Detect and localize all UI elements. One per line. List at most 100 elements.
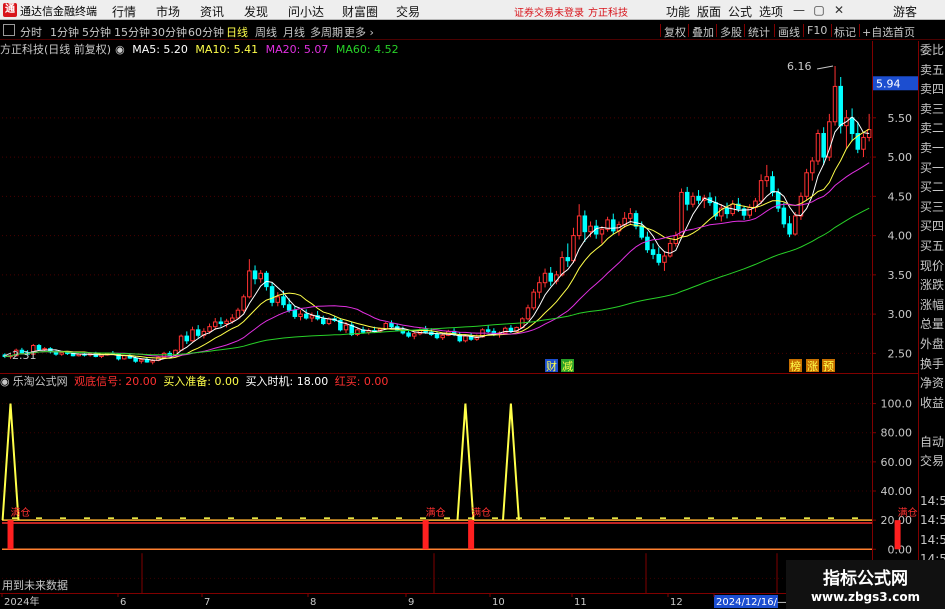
side-panel-item[interactable]: 买二 [919,178,945,198]
toolbar-draw-button[interactable]: 画线 [778,24,800,40]
side-panel-item[interactable] [919,413,945,433]
app-title: 通达信金融终端 [20,5,97,18]
menu-item-wenxiaoda[interactable]: 问小达 [288,3,324,20]
ma60-value: MA60: 4.52 [335,43,399,56]
toolbar-f10-button[interactable]: F10 [807,24,827,37]
side-panel-item[interactable]: 买三 [919,198,945,218]
candle-body [42,348,47,351]
menu-item-banmian[interactable]: 版面 [697,3,721,20]
candle-body [485,329,491,332]
side-panel-item[interactable]: 外盘 [919,335,945,355]
candle-body [298,313,303,317]
minimize-icon[interactable]: — [790,1,808,19]
menu-item-hangqing[interactable]: 行情 [112,3,136,20]
ma-settings-icon[interactable]: ◉ [115,43,125,56]
side-panel-item[interactable]: 总量 [919,315,945,335]
side-panel-item[interactable] [919,472,945,492]
watermark-url: www.zbgs3.com [810,590,921,604]
period-tab-more[interactable]: 更多 › [344,24,374,40]
side-panel-item[interactable]: 换手 [919,355,945,375]
period-tab-multi[interactable]: 多周期 [310,24,343,40]
menu-item-gongshi[interactable]: 公式 [728,3,752,20]
candle-body [275,296,281,303]
side-panel-item[interactable]: 买五 [919,237,945,257]
candle-body [281,296,286,306]
side-panel-item[interactable]: 交易 [919,452,945,472]
restore-icon[interactable]: ▢ [810,1,828,19]
side-panel-item[interactable]: 14:56 [919,531,945,551]
period-tab-weekly[interactable]: 周线 [255,24,277,40]
menu-item-caifuquan[interactable]: 财富圈 [342,3,378,20]
candle-body [195,329,201,336]
period-tab-1min[interactable]: 1分钟 [50,24,79,40]
price-tick-label: 5.00 [888,151,913,164]
side-panel-item[interactable]: 14:56 [919,511,945,531]
side-panel-item[interactable]: 卖一 [919,139,945,159]
toolbar-mark-button[interactable]: 标记 [834,24,856,40]
side-panel-item[interactable]: 现价 [919,257,945,277]
candle-body [59,352,64,355]
toolbar-overlay-button[interactable]: 叠加 [692,24,714,40]
toolbar-stats-button[interactable]: 统计 [748,24,770,40]
side-panel-item[interactable]: 卖二 [919,119,945,139]
indicator-tick-label: 60.00 [881,456,913,469]
menu-item-zixun[interactable]: 资讯 [200,3,224,20]
candle-body [258,272,263,280]
guest-label[interactable]: 游客 [893,3,917,20]
toolbar-add-watchlist-button[interactable]: +自选 [862,24,893,40]
candle-body [411,333,417,337]
trade-login-warning[interactable]: 证券交易未登录 [514,4,584,19]
main-chart-header: 方正科技(日线 前复权) ◉ MA5: 5.20 MA10: 5.41 MA20:… [0,41,403,56]
kline-chart-area[interactable]: 5.50 5.00 4.50 4.00 3.50 3.00 2.50 5.94 6.16 2.3… [0,41,918,609]
side-panel-item[interactable]: 14:56 [919,492,945,512]
panel-toggle-icon[interactable] [3,24,15,36]
menu-item-faxian[interactable]: 发现 [244,3,268,20]
toolbar-multistock-button[interactable]: 多股 [720,24,742,40]
candle-body [121,355,127,360]
marker-label: 满仓 [426,506,446,519]
period-tab-15min[interactable]: 15分钟 [114,24,150,40]
candle-body [838,85,843,127]
menu-item-jiaoyi[interactable]: 交易 [396,3,420,20]
menu-item-xuanxiang[interactable]: 选项 [759,3,783,20]
candle-body [582,215,588,233]
indicator-tick-label: 100.0 [881,398,913,411]
side-panel-item[interactable]: 卖四 [919,80,945,100]
close-icon[interactable]: ✕ [830,1,848,19]
indicator-settings-icon[interactable]: ◉ [0,375,10,388]
candle-body [406,332,411,337]
menu-item-gongneng[interactable]: 功能 [666,3,690,20]
side-panel-item[interactable]: 卖五 [919,61,945,81]
menu-item-shichang[interactable]: 市场 [156,3,180,20]
side-panel-item[interactable]: 委比 [919,41,945,61]
moving-average-lines [4,116,870,361]
candlestick-series [2,65,872,365]
candle-body [247,270,252,298]
date-tick-label: 8 [310,597,316,608]
side-panel-item[interactable]: 涨跌 [919,276,945,296]
period-tab-daily[interactable]: 日线 [226,24,248,40]
side-panel-item[interactable]: 买一 [919,159,945,179]
period-tab-30min[interactable]: 30分钟 [151,24,187,40]
period-toolbar: 分时 1分钟 5分钟 15分钟 30分钟 60分钟 日线 周线 月线 多周期 更… [0,21,945,40]
toolbar-home-button[interactable]: 首页 [893,24,915,40]
candle-body [565,257,571,262]
side-panel-item[interactable]: 涨幅 [919,296,945,316]
side-panel-item[interactable]: 卖三 [919,100,945,120]
toolbar-fuquan-button[interactable]: 复权 [664,24,686,40]
side-panel-item[interactable]: 自动 [919,433,945,453]
candle-body [650,249,656,255]
side-panel-item[interactable]: 收益 [919,394,945,414]
candle-body [770,176,775,193]
watermark-title: 指标公式网 [823,569,908,589]
period-tab-5min[interactable]: 5分钟 [82,24,111,40]
period-tab-monthly[interactable]: 月线 [283,24,305,40]
indicator-header: ◉ 乐淘公式网 观底信号: 20.00 买入准备: 0.00 买入时机: 18.0… [0,373,391,388]
side-panel-item[interactable]: 净资 [919,374,945,394]
candle-body [696,195,701,201]
side-panel-item[interactable]: 买四 [919,217,945,237]
toolbar-divider [803,24,804,37]
period-tab-fenshi[interactable]: 分时 [20,24,42,40]
indicator-title[interactable]: 乐淘公式网 [13,375,68,388]
period-tab-60min[interactable]: 60分钟 [188,24,224,40]
